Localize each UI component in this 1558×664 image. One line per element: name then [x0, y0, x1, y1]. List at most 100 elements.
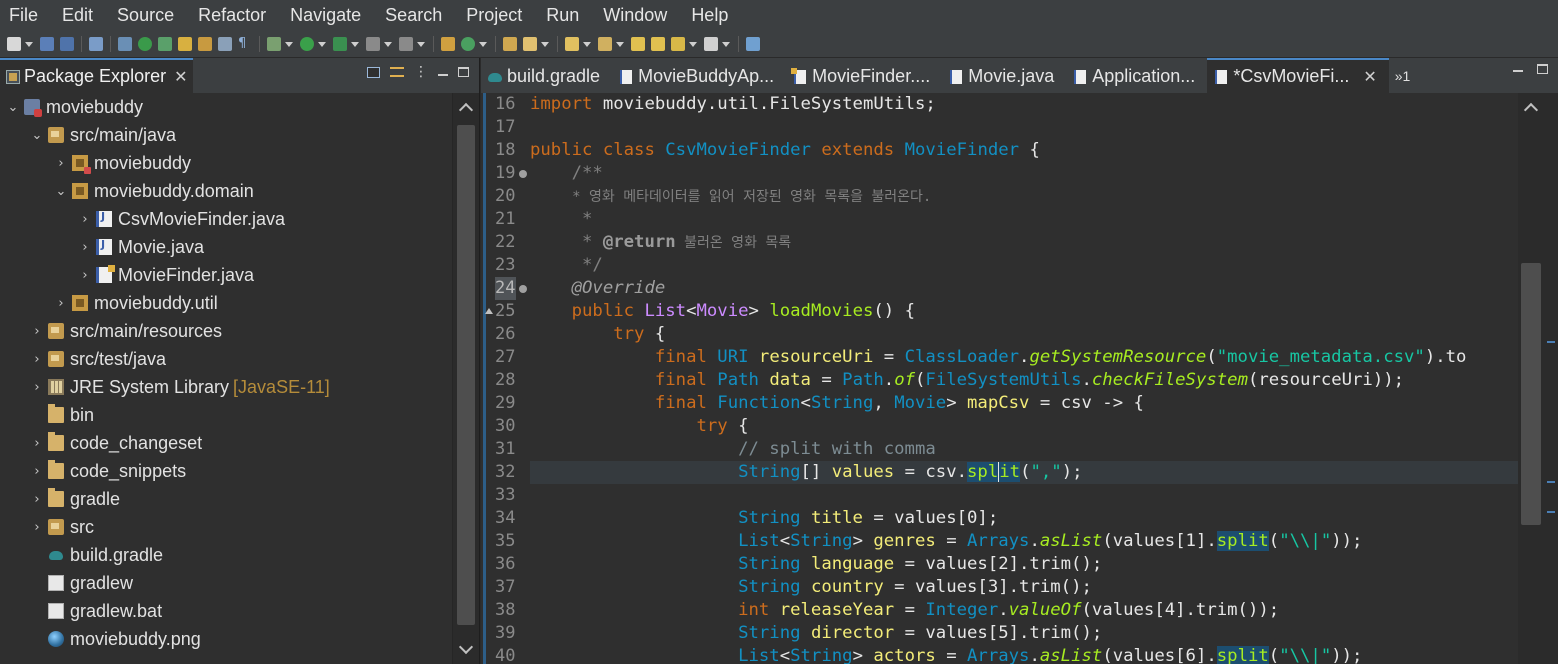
run-icon[interactable]: [300, 37, 314, 51]
link-with-editor-icon[interactable]: [390, 67, 404, 77]
collapsed-chevron-icon[interactable]: ›: [30, 436, 44, 451]
editor-tab[interactable]: MovieFinder....: [786, 60, 942, 93]
tree-item[interactable]: › CsvMovieFinder.java: [0, 205, 452, 233]
minimize-icon[interactable]: [438, 74, 448, 76]
collapsed-chevron-icon[interactable]: ›: [30, 380, 44, 395]
code-area[interactable]: import moviebuddy.util.FileSystemUtils; …: [530, 93, 1518, 664]
menu-project[interactable]: Project: [456, 0, 536, 31]
new-dropdown-icon[interactable]: [25, 41, 33, 47]
menu-refactor[interactable]: Refactor: [188, 0, 280, 31]
debug-icon[interactable]: [267, 37, 281, 51]
search-icon[interactable]: [523, 37, 537, 51]
tree-item[interactable]: build.gradle: [0, 541, 452, 569]
tree-item[interactable]: › src/main/resources: [0, 317, 452, 345]
tree-item[interactable]: › MovieFinder.java: [0, 261, 452, 289]
tree-item[interactable]: › moviebuddy.util: [0, 289, 452, 317]
overview-ruler[interactable]: [1544, 93, 1558, 664]
tree-item[interactable]: › code_changeset: [0, 429, 452, 457]
coverage-dropdown-icon[interactable]: [351, 41, 359, 47]
back-icon[interactable]: [671, 37, 685, 51]
tree-item[interactable]: bin: [0, 401, 452, 429]
stop-dropdown-icon[interactable]: [384, 41, 392, 47]
fold-toggle-icon[interactable]: [519, 285, 527, 293]
maximize-icon[interactable]: [1537, 64, 1548, 74]
new-java-package-icon[interactable]: [441, 37, 455, 51]
new-class-dropdown-icon[interactable]: [479, 41, 487, 47]
maximize-icon[interactable]: [458, 67, 469, 77]
show-whitespace-icon[interactable]: [218, 37, 232, 51]
package-explorer-scrollbar[interactable]: [452, 93, 479, 664]
collapse-all-icon[interactable]: [367, 66, 380, 78]
last-edit-location-icon[interactable]: [631, 37, 645, 51]
collapsed-chevron-icon[interactable]: ›: [30, 324, 44, 339]
editor-vertical-scrollbar[interactable]: [1518, 93, 1544, 664]
minimize-icon[interactable]: [1513, 70, 1523, 72]
tree-item[interactable]: › gradle: [0, 485, 452, 513]
menu-window[interactable]: Window: [593, 0, 681, 31]
tree-item[interactable]: › code_snippets: [0, 457, 452, 485]
open-console-icon[interactable]: [138, 37, 152, 51]
open-type-icon[interactable]: [503, 37, 517, 51]
overview-mark[interactable]: [1547, 341, 1555, 343]
tree-item[interactable]: ⌄ moviebuddy: [0, 93, 452, 121]
menu-navigate[interactable]: Navigate: [280, 0, 375, 31]
tree-item[interactable]: › Movie.java: [0, 233, 452, 261]
next-annotation-icon[interactable]: [565, 37, 579, 51]
coverage-icon[interactable]: [333, 37, 347, 51]
new-java-class-icon[interactable]: [461, 37, 475, 51]
tree-item[interactable]: › moviebuddy: [0, 149, 452, 177]
tree-item[interactable]: › src/test/java: [0, 345, 452, 373]
menu-help[interactable]: Help: [681, 0, 742, 31]
tab-package-explorer[interactable]: Package Explorer ✕: [0, 58, 194, 93]
collapsed-chevron-icon[interactable]: ›: [30, 464, 44, 479]
tree-item[interactable]: ⌄ src/main/java: [0, 121, 452, 149]
editor-tab[interactable]: Movie.java: [942, 60, 1066, 93]
overview-mark[interactable]: [1547, 511, 1555, 513]
pilcrow-icon[interactable]: ¶: [238, 37, 252, 51]
editor-tab-active[interactable]: *CsvMovieFi... ✕: [1207, 58, 1389, 93]
tree-item[interactable]: gradlew: [0, 569, 452, 597]
collapsed-chevron-icon[interactable]: ›: [54, 296, 68, 311]
collapsed-chevron-icon[interactable]: ›: [30, 352, 44, 367]
search-dropdown-icon[interactable]: [541, 41, 549, 47]
block-selection-icon[interactable]: [198, 37, 212, 51]
menu-run[interactable]: Run: [536, 0, 593, 31]
expanded-chevron-icon[interactable]: ⌄: [6, 100, 20, 115]
terminal-icon[interactable]: [89, 37, 103, 51]
collapsed-chevron-icon[interactable]: ›: [54, 156, 68, 171]
view-menu-icon[interactable]: ⋮: [414, 64, 428, 80]
editor-tab[interactable]: MovieBuddyAp...: [612, 60, 786, 93]
fold-toggle-icon[interactable]: [519, 170, 527, 178]
new-icon[interactable]: [7, 37, 21, 51]
expanded-chevron-icon[interactable]: ⌄: [54, 184, 68, 199]
collapsed-chevron-icon[interactable]: ›: [78, 268, 92, 283]
forward-icon[interactable]: [704, 37, 718, 51]
external-tools-icon[interactable]: [399, 37, 413, 51]
menu-source[interactable]: Source: [107, 0, 188, 31]
menu-edit[interactable]: Edit: [52, 0, 107, 31]
tab-overflow-button[interactable]: »1: [1395, 68, 1411, 84]
pin-editor-icon[interactable]: [746, 37, 760, 51]
menu-search[interactable]: Search: [375, 0, 456, 31]
tree-item[interactable]: ⌄ moviebuddy.domain: [0, 177, 452, 205]
override-marker-icon[interactable]: [485, 308, 493, 314]
collapsed-chevron-icon[interactable]: ›: [30, 520, 44, 535]
skip-breakpoints-icon[interactable]: [118, 37, 132, 51]
save-all-icon[interactable]: [60, 37, 74, 51]
scrollbar-thumb[interactable]: [1521, 263, 1541, 525]
collapsed-chevron-icon[interactable]: ›: [78, 212, 92, 227]
forward-dropdown-icon[interactable]: [722, 41, 730, 47]
tree-item[interactable]: moviebuddy.png: [0, 625, 452, 653]
scroll-up-icon[interactable]: [458, 102, 474, 118]
back-dropdown-icon[interactable]: [689, 41, 697, 47]
external-tools-dropdown-icon[interactable]: [417, 41, 425, 47]
tree-item[interactable]: › src: [0, 513, 452, 541]
previous-annotation-dropdown-icon[interactable]: [616, 41, 624, 47]
previous-annotation-icon[interactable]: [598, 37, 612, 51]
menu-file[interactable]: File: [0, 0, 52, 31]
editor-tab[interactable]: Application...: [1066, 60, 1207, 93]
collapsed-chevron-icon[interactable]: ›: [30, 492, 44, 507]
next-annotation-dropdown-icon[interactable]: [583, 41, 591, 47]
debug-dropdown-icon[interactable]: [285, 41, 293, 47]
close-icon[interactable]: ✕: [1363, 67, 1376, 86]
